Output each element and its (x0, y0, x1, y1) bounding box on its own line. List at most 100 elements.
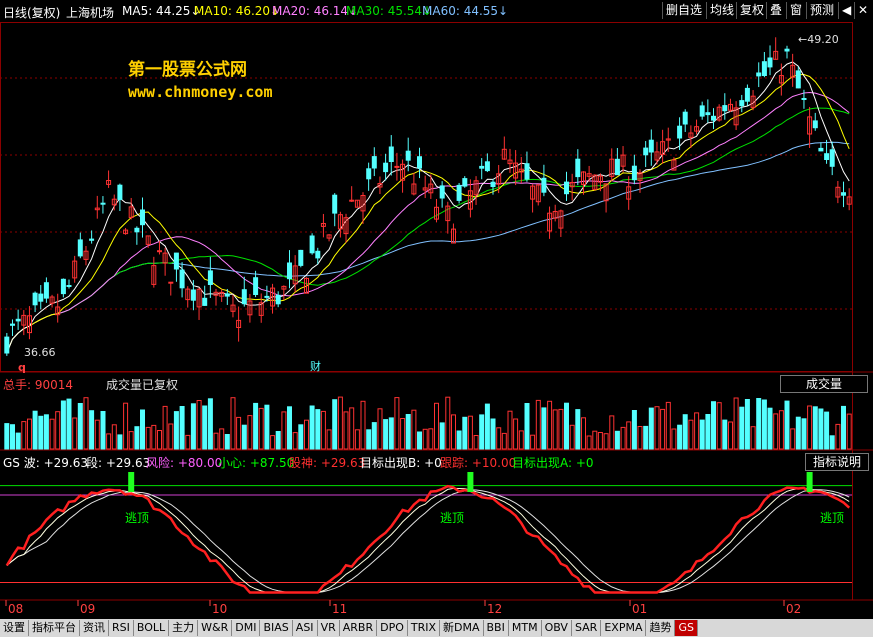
candle-body (202, 297, 208, 306)
candle-body (168, 281, 174, 284)
tab-GS[interactable]: GS (675, 620, 698, 636)
low-price-label: 36.66 (24, 346, 56, 359)
volume-bar (383, 419, 389, 450)
overlay-button[interactable]: 叠 (766, 2, 785, 19)
volume-bar (72, 417, 78, 450)
volume-total-label: 总手: 90014 (3, 378, 74, 392)
volume-bar (275, 431, 281, 450)
volume-bar (812, 406, 818, 450)
ma20-line (6, 91, 850, 354)
candle-body (309, 235, 315, 254)
candle-body (824, 153, 830, 160)
volume-bar (682, 414, 688, 450)
tab-DMI[interactable]: DMI (232, 620, 261, 636)
candle-body (614, 158, 620, 176)
volume-bar (603, 433, 609, 450)
volume-bar (535, 399, 541, 450)
volume-bar (83, 397, 89, 450)
volume-bar (671, 428, 677, 450)
tab-OBV[interactable]: OBV (542, 620, 572, 636)
candle-body (818, 147, 824, 152)
tab-DPO[interactable]: DPO (377, 620, 408, 636)
volume-bar (49, 418, 55, 450)
volume-bar (140, 409, 145, 450)
volume-bar (371, 422, 377, 450)
volume-bar (643, 425, 649, 450)
tab-趋势[interactable]: 趋势 (646, 620, 676, 636)
x-axis-label: 08 (8, 602, 23, 616)
tab-BOLL[interactable]: BOLL (134, 620, 170, 636)
candle-body (15, 318, 21, 322)
volume-bar (287, 406, 292, 450)
volume-bar (801, 418, 807, 450)
signal-label-2: 逃顶 (440, 511, 465, 525)
volume-bar (264, 404, 270, 450)
candle-body (117, 184, 123, 200)
tab-TRIX[interactable]: TRIX (408, 620, 441, 636)
volume-bar (134, 426, 140, 450)
tab-EXPMA[interactable]: EXPMA (601, 620, 647, 636)
candle-body (383, 162, 389, 173)
volume-bar (631, 410, 637, 450)
close-icon[interactable]: ✕ (854, 2, 871, 19)
volume-bar (547, 400, 553, 450)
candle-body (756, 72, 762, 77)
tab-VR[interactable]: VR (318, 620, 340, 636)
candle-body (253, 277, 259, 296)
tab-MTM[interactable]: MTM (509, 620, 542, 636)
gs-caution-label: 小心: +87.50 (218, 456, 295, 470)
volume-bar (405, 414, 411, 450)
volume-bar (219, 428, 225, 450)
volume-bar (648, 407, 654, 450)
candle-body (60, 278, 66, 295)
tab-BIAS[interactable]: BIAS (260, 620, 293, 636)
volume-bar (213, 432, 219, 450)
indicator-help-button[interactable]: 指标说明 (805, 453, 869, 471)
tab-ARBR[interactable]: ARBR (340, 620, 378, 636)
volume-bar (773, 413, 779, 450)
tab-主力[interactable]: 主力 (169, 620, 199, 636)
volume-bar (496, 427, 502, 450)
volume-bar (761, 399, 767, 450)
q-marker: q (18, 361, 26, 374)
window-button[interactable]: 窗 (786, 2, 805, 19)
restore-button[interactable]: 复权 (736, 2, 767, 19)
volume-bar (343, 411, 349, 450)
ma60-value: MA60: 44.55↓ (422, 4, 509, 18)
tab-ASI[interactable]: ASI (293, 620, 318, 636)
tab-资讯[interactable]: 资讯 (80, 620, 109, 636)
gs-duan-label: 段: +29.63 (86, 456, 151, 470)
volume-bar (400, 418, 406, 450)
tab-W&R[interactable]: W&R (198, 620, 233, 636)
candle-body (371, 156, 377, 169)
candle-body (349, 199, 355, 202)
prev-icon[interactable]: ◀ (838, 2, 854, 19)
tab-指标平台[interactable]: 指标平台 (29, 620, 80, 636)
tab-SAR[interactable]: SAR (572, 620, 602, 636)
volume-bar (151, 424, 157, 450)
candle-body (699, 105, 705, 117)
candle-body (100, 202, 106, 205)
tab-BBI[interactable]: BBI (484, 620, 509, 636)
candle-body (829, 149, 835, 167)
candle-body (388, 146, 394, 162)
volume-bar (445, 396, 451, 450)
delete-favorite-button[interactable]: 删自选 (662, 2, 705, 19)
tab-RSI[interactable]: RSI (109, 620, 134, 636)
tab-设置[interactable]: 设置 (0, 620, 29, 636)
volume-selector[interactable]: 成交量 (780, 375, 868, 393)
volume-bar (756, 398, 762, 450)
candle-body (739, 100, 745, 107)
volume-bar (597, 432, 603, 450)
forecast-button[interactable]: 预测 (806, 2, 837, 19)
candle-body (795, 70, 801, 89)
volume-bar (32, 410, 38, 450)
gs-track-label: 跟踪: +10.00 (440, 456, 517, 470)
candle-body (767, 57, 773, 68)
volume-bar (728, 421, 733, 450)
volume-bar (270, 435, 276, 450)
ma-button[interactable]: 均线 (706, 2, 737, 19)
tab-新DMA[interactable]: 新DMA (440, 620, 484, 636)
volume-bar (541, 407, 547, 450)
volume-bar (722, 419, 728, 450)
